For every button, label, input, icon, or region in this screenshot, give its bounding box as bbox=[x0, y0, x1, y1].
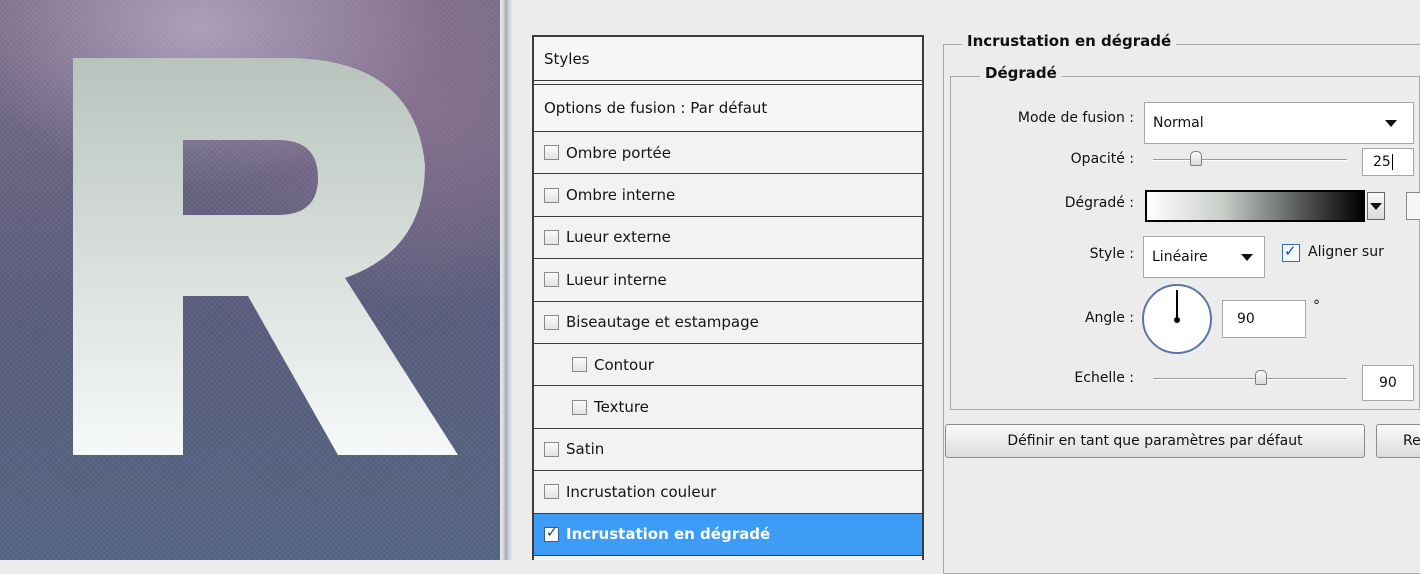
gradient-label: Dégradé : bbox=[1064, 195, 1134, 211]
style-item-label: Lueur interne bbox=[566, 270, 667, 289]
chevron-down-icon bbox=[1241, 254, 1253, 261]
style-value: Linéaire bbox=[1152, 249, 1208, 265]
scale-value: 90 bbox=[1379, 375, 1397, 391]
blend-mode-label: Mode de fusion : bbox=[1017, 110, 1134, 126]
chevron-down-icon bbox=[1370, 203, 1382, 210]
blend-options-label: Options de fusion : Par défaut bbox=[544, 99, 768, 117]
style-item[interactable]: Lueur interne bbox=[534, 259, 922, 300]
chevron-down-icon bbox=[1385, 120, 1397, 127]
style-item-checkbox[interactable] bbox=[544, 484, 559, 500]
style-item-checkbox[interactable] bbox=[544, 187, 559, 203]
style-item-label: Satin bbox=[566, 440, 605, 459]
style-label: Style : bbox=[1089, 246, 1134, 262]
subgroup-title: Dégradé bbox=[980, 64, 1062, 82]
angle-label: Angle : bbox=[1084, 310, 1134, 326]
style-item-label: Texture bbox=[594, 398, 649, 417]
angle-input[interactable]: 90 bbox=[1222, 300, 1306, 338]
canvas-preview bbox=[0, 0, 500, 560]
style-item[interactable]: Ombre portée bbox=[534, 132, 922, 173]
divider bbox=[534, 555, 922, 556]
reset-default-button[interactable]: Re bbox=[1376, 424, 1420, 458]
style-item-checkbox[interactable] bbox=[572, 399, 587, 415]
style-item-checkbox[interactable] bbox=[544, 145, 559, 161]
style-item-checkbox[interactable] bbox=[544, 272, 559, 288]
style-item-label: Biseautage et estampage bbox=[566, 313, 759, 332]
set-default-label: Définir en tant que paramètres par défau… bbox=[1007, 433, 1303, 449]
reverse-checkbox[interactable] bbox=[1406, 192, 1420, 220]
group-title: Incrustation en dégradé bbox=[962, 32, 1177, 50]
style-item[interactable]: Incrustation couleur bbox=[534, 471, 922, 512]
style-item-label: Contour bbox=[594, 355, 654, 374]
align-checkbox[interactable]: ✓ bbox=[1282, 242, 1300, 262]
angle-value: 90 bbox=[1237, 311, 1255, 327]
blend-mode-select[interactable]: Normal bbox=[1144, 102, 1414, 144]
style-item-checkbox[interactable] bbox=[544, 314, 559, 330]
style-item[interactable]: Satin bbox=[534, 429, 922, 470]
style-item[interactable]: Biseautage et estampage bbox=[534, 302, 922, 343]
style-item-label: Incrustation en dégradé bbox=[566, 525, 771, 544]
set-default-button[interactable]: Définir en tant que paramètres par défau… bbox=[945, 424, 1365, 458]
opacity-slider-track[interactable] bbox=[1153, 159, 1347, 161]
style-item[interactable]: Texture bbox=[534, 386, 922, 427]
style-item-checkbox[interactable] bbox=[544, 525, 559, 542]
styles-header-label: Styles bbox=[544, 49, 590, 68]
style-item-checkbox[interactable] bbox=[544, 441, 559, 457]
style-item-checkbox[interactable] bbox=[572, 357, 587, 373]
letter-r-preview bbox=[73, 58, 458, 455]
opacity-value: 25 bbox=[1373, 154, 1391, 170]
angle-needle bbox=[1176, 290, 1178, 320]
degree-unit: ° bbox=[1313, 298, 1320, 314]
check-icon: ✓ bbox=[1284, 242, 1297, 260]
opacity-input[interactable]: 25 bbox=[1362, 148, 1414, 176]
angle-center-dot bbox=[1174, 317, 1180, 323]
divider bbox=[534, 80, 922, 81]
scale-slider-thumb[interactable] bbox=[1255, 370, 1267, 385]
style-item-checkbox[interactable] bbox=[544, 229, 559, 245]
opacity-slider-thumb[interactable] bbox=[1190, 151, 1202, 166]
scale-input[interactable]: 90 bbox=[1362, 365, 1414, 401]
style-item[interactable]: Ombre interne bbox=[534, 174, 922, 215]
panel-divider[interactable] bbox=[500, 0, 514, 560]
reset-default-label: Re bbox=[1403, 433, 1420, 449]
styles-header[interactable]: Styles bbox=[534, 37, 922, 80]
angle-dial[interactable] bbox=[1142, 284, 1212, 354]
style-item[interactable]: Contour bbox=[534, 344, 922, 385]
style-item[interactable]: Incrustation en dégradé bbox=[534, 513, 922, 555]
style-item-label: Lueur externe bbox=[566, 228, 671, 247]
gradient-preview[interactable] bbox=[1145, 190, 1365, 222]
text-cursor bbox=[1391, 154, 1393, 170]
align-label: Aligner sur bbox=[1308, 244, 1384, 260]
style-item[interactable]: Lueur externe bbox=[534, 217, 922, 258]
opacity-label: Opacité : bbox=[1070, 151, 1134, 167]
scale-slider-track[interactable] bbox=[1153, 378, 1347, 380]
blend-options-item[interactable]: Options de fusion : Par défaut bbox=[534, 85, 922, 131]
scale-label: Echelle : bbox=[1074, 370, 1134, 386]
styles-list: Styles Options de fusion : Par défaut Om… bbox=[532, 35, 924, 560]
style-item-label: Ombre interne bbox=[566, 186, 676, 205]
style-select[interactable]: Linéaire bbox=[1143, 236, 1265, 278]
style-item-label: Incrustation couleur bbox=[566, 482, 717, 501]
blend-mode-value: Normal bbox=[1153, 115, 1204, 131]
gradient-dropdown-button[interactable] bbox=[1367, 192, 1385, 220]
style-item-label: Ombre portée bbox=[566, 143, 671, 162]
